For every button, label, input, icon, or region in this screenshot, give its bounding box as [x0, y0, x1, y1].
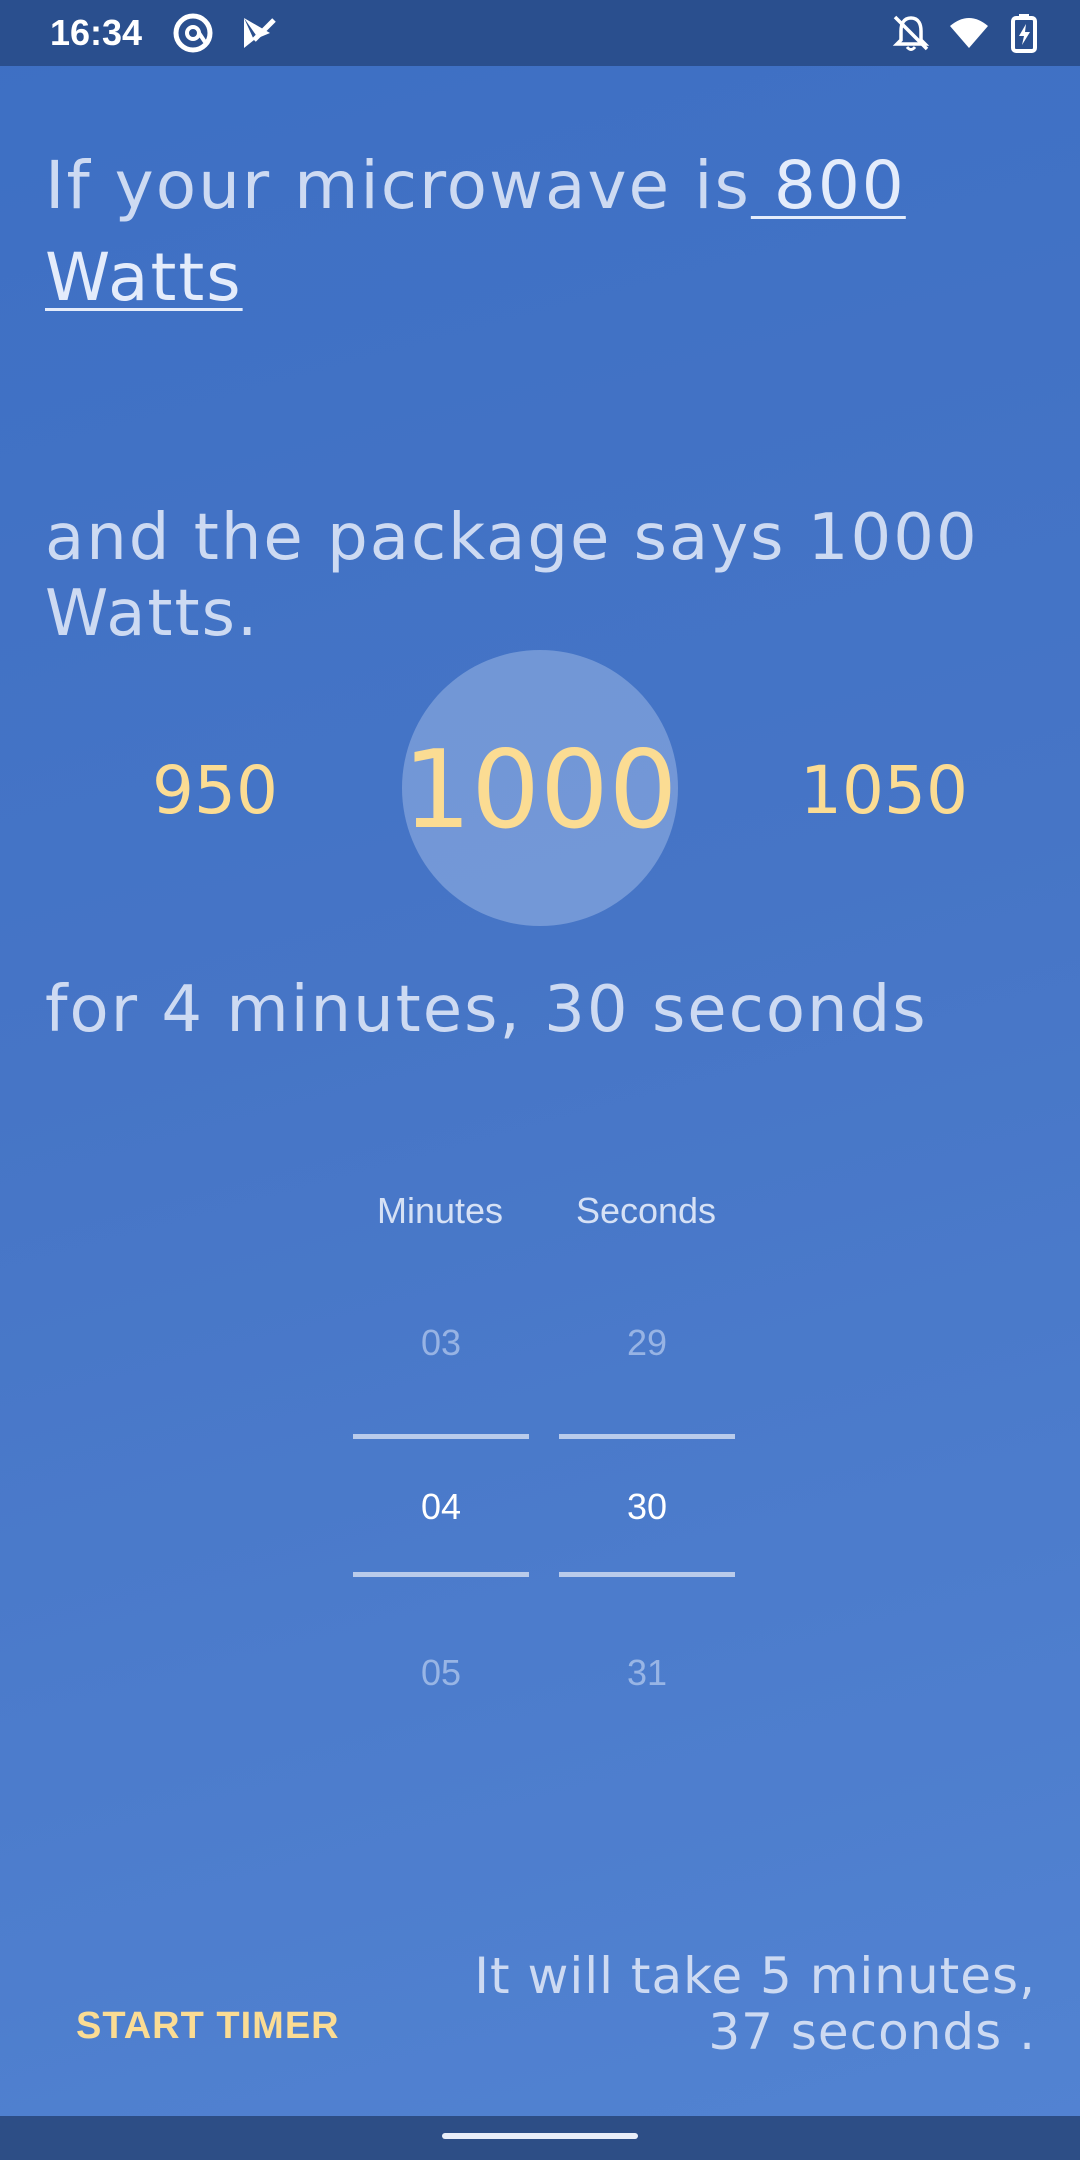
- seconds-selected[interactable]: 30: [559, 1486, 735, 1528]
- wattage-option-next[interactable]: 1050: [784, 752, 984, 829]
- navigation-bar: [0, 2116, 1080, 2160]
- seconds-divider-bottom: [559, 1572, 735, 1577]
- minutes-below[interactable]: 05: [353, 1652, 529, 1694]
- seconds-above[interactable]: 29: [559, 1322, 735, 1364]
- result-text: It will take 5 minutes, 37 seconds .: [474, 1947, 1036, 2061]
- microwave-wattage-text: If your microwave is 800 Watts: [45, 140, 1045, 324]
- home-gesture-handle[interactable]: [442, 2133, 638, 2139]
- package-time-text: for 4 minutes, 30 seconds: [45, 973, 928, 1047]
- seconds-picker[interactable]: 29 30 31: [559, 1270, 735, 1710]
- seconds-divider-top: [559, 1434, 735, 1439]
- package-wattage-text: and the package says 1000 Watts.: [45, 501, 979, 651]
- minutes-above[interactable]: 03: [353, 1322, 529, 1364]
- wattage-picker[interactable]: 950 1000 1050: [0, 650, 1080, 930]
- wattage-option-selected[interactable]: 1000: [402, 728, 678, 853]
- play-store-icon: [236, 12, 278, 54]
- notifications-off-icon: [890, 12, 932, 54]
- seconds-label: Seconds: [575, 1190, 717, 1231]
- wifi-icon: [948, 12, 990, 54]
- minutes-divider-bottom: [353, 1572, 529, 1577]
- wattage-option-previous[interactable]: 950: [115, 752, 315, 829]
- seconds-below[interactable]: 31: [559, 1652, 735, 1694]
- at-sign-icon: [172, 12, 214, 54]
- minutes-divider-top: [353, 1434, 529, 1439]
- app-screen: 16:34 If your microwave is 800 Watts and…: [0, 0, 1080, 2160]
- minutes-picker[interactable]: 03 04 05: [353, 1270, 529, 1710]
- status-bar: 16:34: [0, 0, 1080, 66]
- start-timer-button[interactable]: START TIMER: [76, 2005, 340, 2048]
- minutes-selected[interactable]: 04: [353, 1486, 529, 1528]
- microwave-prefix: If your microwave is: [45, 147, 751, 224]
- minutes-label: Minutes: [376, 1190, 504, 1231]
- status-time: 16:34: [50, 12, 143, 53]
- battery-charging-icon: [1004, 12, 1046, 54]
